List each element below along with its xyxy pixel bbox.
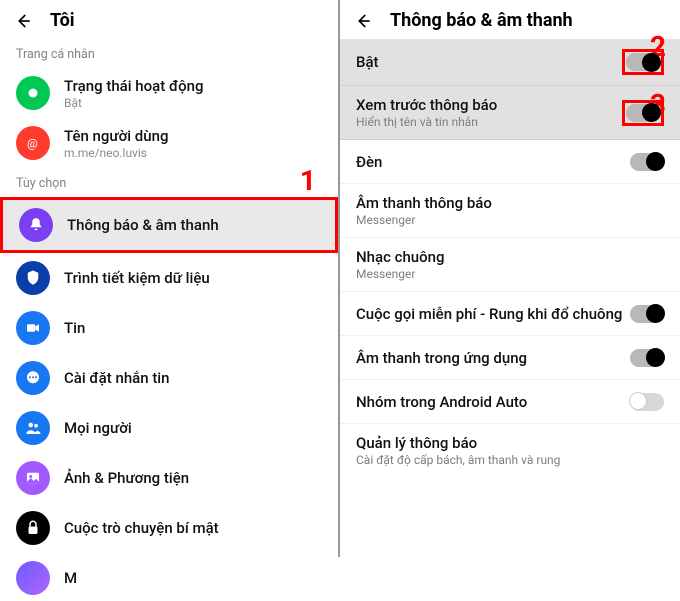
row-username[interactable]: @ Tên người dùng m.me/neo.luvis — [0, 118, 338, 168]
manage-sub: Cài đặt độ cấp bách, âm thanh và rung — [356, 453, 560, 467]
header-right: Thông báo & âm thanh — [340, 0, 680, 39]
notifications-screen-right: Thông báo & âm thanh 2 Bật 3 Xem trước t… — [340, 0, 680, 557]
toggle-preview[interactable] — [626, 104, 660, 122]
preview-sub: Hiển thị tên và tin nhắn — [356, 115, 497, 129]
auto-label: Nhóm trong Android Auto — [356, 393, 527, 411]
page-title-left: Tôi — [50, 10, 75, 31]
sound-label: Âm thanh thông báo — [356, 194, 492, 212]
row-notifications-sounds[interactable]: Thông báo & âm thanh — [0, 197, 338, 253]
row-ringtone[interactable]: Nhạc chuông Messenger — [340, 238, 680, 292]
activity-icon — [16, 76, 50, 110]
secret-label: Cuộc trò chuyện bí mật — [64, 519, 219, 537]
row-secret-conv[interactable]: Cuộc trò chuyện bí mật — [0, 503, 338, 553]
back-arrow-icon[interactable] — [354, 12, 372, 30]
row-activity-status[interactable]: Trạng thái hoạt động Bật — [0, 68, 338, 118]
row-m[interactable]: M — [0, 553, 338, 601]
settings-screen-left: Tôi Trang cá nhân Trạng thái hoạt động B… — [0, 0, 340, 557]
header: Tôi — [0, 0, 338, 39]
activity-sub: Bật — [64, 96, 204, 110]
on-label: Bật — [356, 53, 379, 71]
preview-label: Xem trước thông báo — [356, 96, 497, 114]
photo-icon — [16, 461, 50, 495]
tin-label: Tin — [64, 319, 85, 337]
sound-sub: Messenger — [356, 213, 492, 227]
media-label: Ảnh & Phương tiện — [64, 469, 189, 487]
section-header-options: Tùy chọn — [0, 168, 338, 197]
toggle-light[interactable] — [630, 153, 664, 171]
shield-icon — [16, 261, 50, 295]
row-people[interactable]: Mọi người — [0, 403, 338, 453]
data-label: Trình tiết kiệm dữ liệu — [64, 269, 210, 287]
light-label: Đèn — [356, 153, 382, 171]
manage-label: Quản lý thông báo — [356, 434, 560, 452]
svg-text:@: @ — [27, 137, 38, 151]
callout-1: 1 — [300, 164, 316, 197]
toggle-auto[interactable] — [630, 393, 664, 411]
row-light[interactable]: Đèn — [340, 140, 680, 184]
call-label: Cuộc gọi miễn phí - Rung khi đổ chuông — [356, 305, 622, 323]
row-tin[interactable]: Tin — [0, 303, 338, 353]
row-android-auto[interactable]: Nhóm trong Android Auto — [340, 380, 680, 424]
ring-label: Nhạc chuông — [356, 248, 445, 266]
row-data-saver[interactable]: Trình tiết kiệm dữ liệu — [0, 253, 338, 303]
section-header-profile: Trang cá nhân — [0, 39, 338, 68]
bell-icon — [19, 208, 53, 242]
row-photos-media[interactable]: Ảnh & Phương tiện — [0, 453, 338, 503]
row-message-settings[interactable]: Cài đặt nhắn tin — [0, 353, 338, 403]
m-label: M — [64, 569, 77, 587]
toggle-call[interactable] — [630, 305, 664, 323]
activity-label: Trạng thái hoạt động — [64, 77, 204, 95]
video-icon — [16, 311, 50, 345]
notif-label: Thông báo & âm thanh — [67, 216, 219, 234]
row-on[interactable]: Bật — [340, 39, 680, 86]
page-title-right: Thông báo & âm thanh — [390, 10, 573, 31]
ring-sub: Messenger — [356, 267, 445, 281]
m-icon — [16, 561, 50, 595]
row-free-call[interactable]: Cuộc gọi miễn phí - Rung khi đổ chuông — [340, 292, 680, 336]
people-label: Mọi người — [64, 419, 132, 437]
row-sound[interactable]: Âm thanh thông báo Messenger — [340, 184, 680, 238]
people-icon — [16, 411, 50, 445]
username-label: Tên người dùng — [64, 127, 168, 145]
chat-icon — [16, 361, 50, 395]
app-label: Âm thanh trong ứng dụng — [356, 349, 527, 367]
lock-icon — [16, 511, 50, 545]
toggle-app[interactable] — [630, 349, 664, 367]
msg-label: Cài đặt nhắn tin — [64, 369, 169, 387]
toggle-on[interactable] — [626, 53, 660, 71]
username-icon: @ — [16, 126, 50, 160]
back-arrow-icon[interactable] — [14, 12, 32, 30]
row-preview[interactable]: Xem trước thông báo Hiển thị tên và tin … — [340, 86, 680, 140]
username-sub: m.me/neo.luvis — [64, 146, 168, 160]
row-app-sound[interactable]: Âm thanh trong ứng dụng — [340, 336, 680, 380]
row-manage[interactable]: Quản lý thông báo Cài đặt độ cấp bách, â… — [340, 424, 680, 477]
